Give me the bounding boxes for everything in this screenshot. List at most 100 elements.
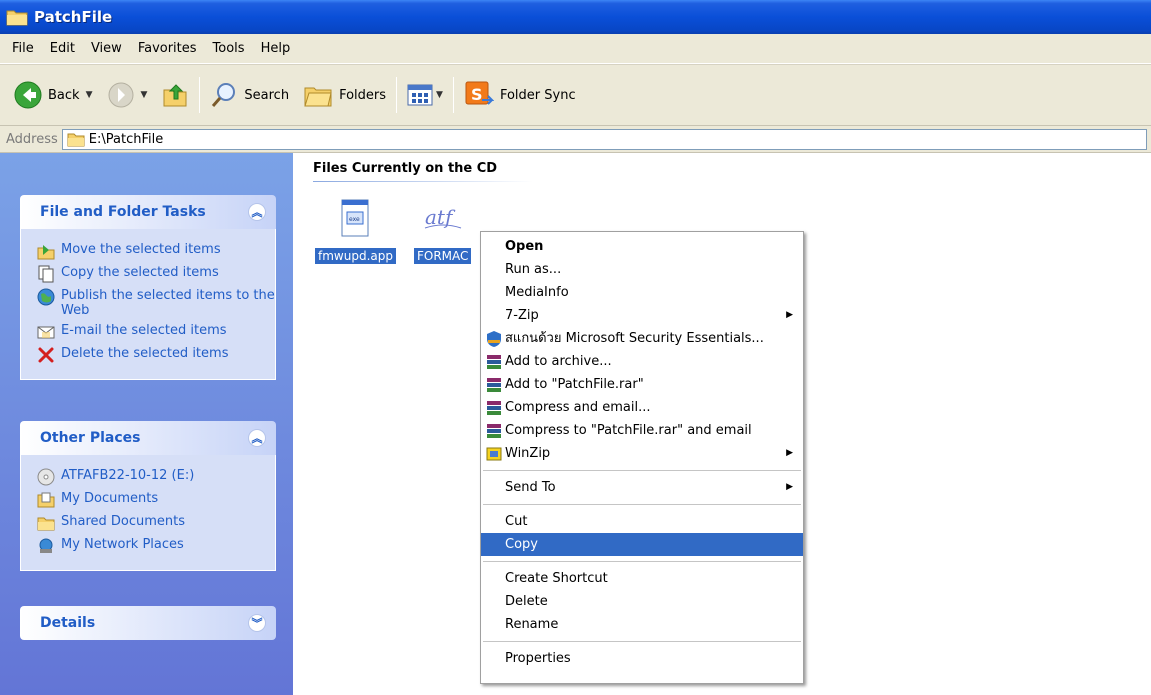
menu-add-to-archive[interactable]: Add to archive... [481, 350, 803, 373]
place-shared-documents[interactable]: Shared Documents [37, 514, 275, 532]
folder-sync-button[interactable]: S Folder Sync [460, 75, 580, 115]
address-label: Address [6, 131, 58, 147]
menu-separator [483, 470, 801, 471]
search-label: Search [244, 87, 290, 103]
delete-x-icon [38, 347, 54, 363]
menu-label: 7-Zip [505, 308, 539, 323]
up-folder-icon [163, 84, 187, 107]
back-label: Back [48, 87, 80, 103]
place-cd-drive[interactable]: ATFAFB22-10-12 (E:) [37, 468, 275, 486]
menu-security-essentials-scan[interactable]: สแกนด้วย Microsoft Security Essentials..… [481, 327, 803, 350]
menu-compress-and-email[interactable]: Compress and email... [481, 396, 803, 419]
views-dropdown-icon[interactable]: ▼ [436, 90, 443, 100]
menu-cut[interactable]: Cut [481, 510, 803, 533]
menu-open[interactable]: Open [481, 235, 803, 258]
details-header[interactable]: Details ︾ [20, 606, 276, 640]
search-button[interactable]: Search [206, 75, 293, 115]
submenu-arrow-icon: ▶ [786, 482, 793, 492]
file-item[interactable]: exe fmwupd.app [315, 198, 396, 264]
menu-properties[interactable]: Properties [481, 647, 803, 670]
place-my-network-places[interactable]: My Network Places [37, 537, 275, 555]
file-item[interactable]: atf FORMAC [414, 198, 472, 264]
back-arrow-icon [14, 81, 42, 109]
task-copy[interactable]: Copy the selected items [37, 265, 275, 283]
file-folder-tasks-body: Move the selected items Copy the selecte… [20, 229, 276, 380]
back-dropdown-icon[interactable]: ▼ [86, 90, 93, 100]
file-folder-tasks-header[interactable]: File and Folder Tasks ︽ [20, 195, 276, 229]
task-label: Move the selected items [61, 242, 221, 257]
forward-button[interactable]: ▼ [104, 75, 151, 115]
views-button[interactable]: ▼ [403, 75, 447, 115]
task-publish[interactable]: Publish the selected items to the Web [37, 288, 275, 318]
file-name: fmwupd.app [315, 248, 396, 264]
menu-add-to-rar[interactable]: Add to "PatchFile.rar" [481, 373, 803, 396]
menu-copy[interactable]: Copy [481, 533, 803, 556]
task-delete[interactable]: Delete the selected items [37, 346, 275, 364]
winrar-icon [487, 354, 501, 369]
menu-send-to[interactable]: Send To ▶ [481, 476, 803, 499]
place-label: My Network Places [61, 537, 184, 552]
place-label: ATFAFB22-10-12 (E:) [61, 468, 195, 483]
winrar-icon [487, 377, 501, 392]
menu-compress-to-rar-and-email[interactable]: Compress to "PatchFile.rar" and email [481, 419, 803, 442]
search-icon [212, 83, 236, 107]
task-email[interactable]: E-mail the selected items [37, 323, 275, 341]
details-panel: Details ︾ [20, 606, 276, 640]
menu-mediainfo[interactable]: MediaInfo [481, 281, 803, 304]
toolbar-separator [396, 77, 398, 113]
menu-label: Compress to "PatchFile.rar" and email [505, 423, 752, 438]
folder-icon [67, 133, 85, 146]
menu-label: Compress and email... [505, 400, 651, 415]
move-icon [37, 245, 55, 260]
folders-icon [304, 87, 332, 107]
toolbar-separator [199, 77, 201, 113]
menu-delete[interactable]: Delete [481, 590, 803, 613]
menu-7zip[interactable]: 7-Zip ▶ [481, 304, 803, 327]
task-label: E-mail the selected items [61, 323, 227, 338]
menu-label: Add to "PatchFile.rar" [505, 377, 644, 392]
menu-label: Delete [505, 594, 548, 609]
collapse-chevron-icon[interactable]: ︽ [248, 429, 266, 447]
winrar-icon [487, 423, 501, 438]
menu-view[interactable]: View [83, 41, 130, 56]
menu-rename[interactable]: Rename [481, 613, 803, 636]
menu-help[interactable]: Help [253, 41, 299, 56]
task-label: Copy the selected items [61, 265, 219, 280]
expand-chevron-icon[interactable]: ︾ [248, 614, 266, 632]
other-places-header[interactable]: Other Places ︽ [20, 421, 276, 455]
panel-title: Details [40, 615, 96, 631]
atf-file-icon: atf [424, 205, 461, 229]
menu-file[interactable]: File [4, 41, 42, 56]
menu-winzip[interactable]: WinZip ▶ [481, 442, 803, 465]
menu-run-as[interactable]: Run as... [481, 258, 803, 281]
menu-label: สแกนด้วย Microsoft Security Essentials..… [505, 331, 764, 346]
menu-edit[interactable]: Edit [42, 41, 83, 56]
context-menu: Open Run as... MediaInfo 7-Zip ▶ สแกนด้วย… [480, 231, 804, 684]
menu-favorites[interactable]: Favorites [130, 41, 205, 56]
up-folder-button[interactable] [157, 75, 193, 115]
menu-label: Properties [505, 651, 571, 666]
folders-button[interactable]: Folders [299, 75, 390, 115]
task-move[interactable]: Move the selected items [37, 242, 275, 260]
task-pane: File and Folder Tasks ︽ Move the selecte… [0, 153, 293, 695]
menu-label: Cut [505, 514, 528, 529]
address-bar: Address E:\PatchFile [0, 126, 1151, 153]
group-title: Files Currently on the CD [313, 161, 498, 176]
forward-dropdown-icon[interactable]: ▼ [140, 90, 147, 100]
address-field[interactable]: E:\PatchFile [61, 128, 1147, 150]
menu-create-shortcut[interactable]: Create Shortcut [481, 567, 803, 590]
back-button[interactable]: Back ▼ [10, 75, 96, 115]
place-label: Shared Documents [61, 514, 186, 529]
network-places-icon [39, 538, 53, 553]
folder-sync-icon: S [465, 81, 494, 105]
menu-label: MediaInfo [505, 285, 569, 300]
file-name: FORMAC [414, 248, 472, 264]
email-icon [37, 326, 55, 339]
collapse-chevron-icon[interactable]: ︽ [248, 203, 266, 221]
window-title: PatchFile [34, 8, 113, 26]
place-my-documents[interactable]: My Documents [37, 491, 275, 509]
app-file-icon: exe [341, 199, 369, 237]
menu-tools[interactable]: Tools [205, 41, 253, 56]
menu-label: Send To [505, 480, 556, 495]
toolbar-separator [452, 77, 454, 113]
